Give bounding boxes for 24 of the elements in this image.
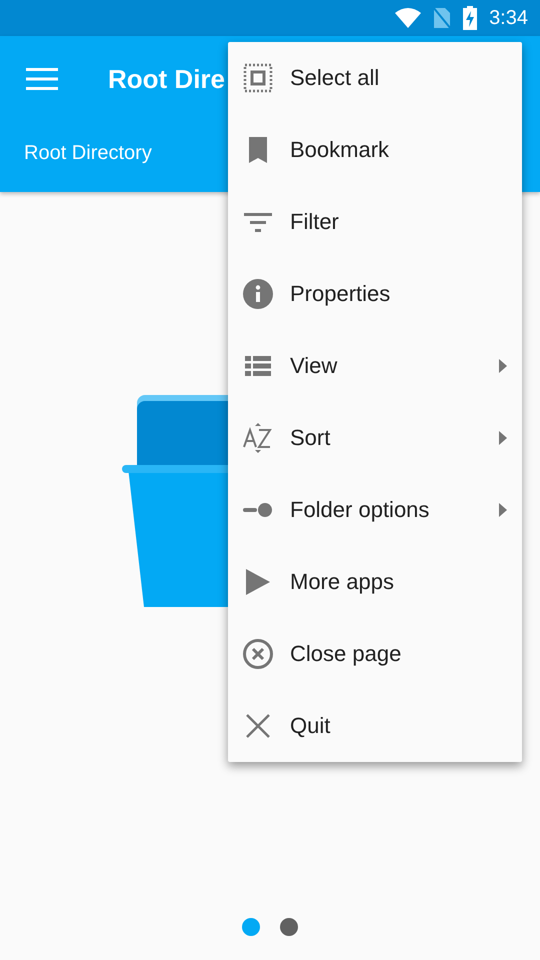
app-title: Root Dire	[108, 64, 225, 94]
page-indicator-dot[interactable]	[242, 918, 260, 936]
path-label: Root Directory	[24, 142, 152, 165]
menu-item[interactable]: Quit	[228, 690, 522, 762]
close-icon	[242, 638, 274, 670]
no-sim-icon	[433, 7, 452, 29]
menu-item[interactable]: Folder options	[228, 474, 522, 546]
info-icon	[242, 278, 274, 310]
menu-item[interactable]: Properties	[228, 258, 522, 330]
select-all-icon	[242, 62, 274, 94]
menu-item[interactable]: Select all	[228, 42, 522, 114]
menu-icon	[26, 67, 58, 91]
menu-item[interactable]: Bookmark	[228, 114, 522, 186]
status-time: 3:34	[489, 6, 528, 30]
menu-item[interactable]: Filter	[228, 186, 522, 258]
menu-item[interactable]: Close page	[228, 618, 522, 690]
wifi-icon	[395, 8, 422, 28]
page-indicator-dot[interactable]	[280, 918, 298, 936]
menu-button[interactable]	[26, 67, 58, 91]
menu-item[interactable]: View	[228, 330, 522, 402]
menu-item[interactable]: More apps	[228, 546, 522, 618]
menu-item[interactable]: Sort	[228, 402, 522, 474]
battery-charging-icon	[463, 6, 478, 30]
sort-az-icon	[242, 422, 274, 454]
